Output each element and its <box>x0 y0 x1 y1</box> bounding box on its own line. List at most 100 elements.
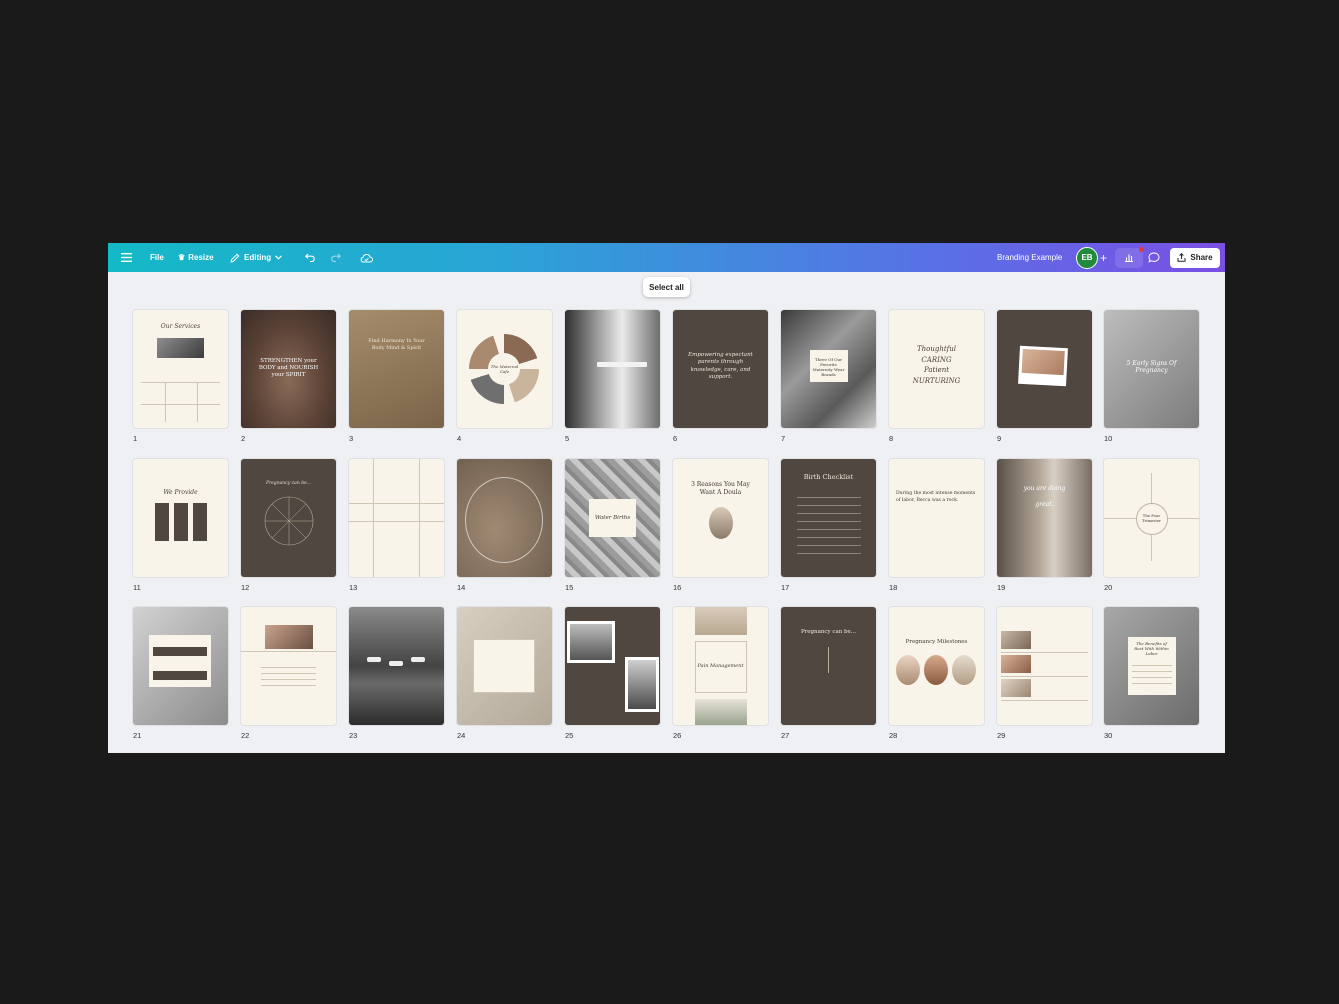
page-thumbnail-22[interactable] <box>241 607 336 725</box>
page-number: 17 <box>781 583 790 592</box>
menu-icon[interactable] <box>121 243 132 272</box>
page-number: 27 <box>781 731 790 740</box>
bottom-photo <box>695 699 747 725</box>
page-title: We Provide <box>163 489 198 496</box>
add-collaborator-icon[interactable]: + <box>1100 243 1107 272</box>
page-thumbnail-27[interactable]: Pregnancy can be... <box>781 607 876 725</box>
page-number: 24 <box>457 731 466 740</box>
page-title: Pregnancy can be... <box>265 481 312 486</box>
page-number: 16 <box>673 583 682 592</box>
page-title: Pain Management <box>697 663 744 669</box>
page-number: 28 <box>889 731 898 740</box>
select-all-button[interactable]: Select all <box>643 277 690 297</box>
comment-icon[interactable] <box>1148 243 1160 272</box>
page-thumbnail-26[interactable]: Pain Management <box>673 607 768 725</box>
insights-button[interactable] <box>1115 243 1144 272</box>
page-title: The Four Trimester <box>1142 513 1161 523</box>
redo-icon[interactable] <box>330 243 341 272</box>
page-thumbnail-12[interactable]: Pregnancy can be... <box>241 459 336 577</box>
wheel-diagram <box>264 496 314 546</box>
page-thumbnail-13[interactable] <box>349 459 444 577</box>
top-toolbar: File ♛ Resize Editing Branding Example E… <box>108 243 1225 272</box>
page-thumbnail-4[interactable]: The Maternal Cafe <box>457 310 552 428</box>
page-number: 14 <box>457 583 466 592</box>
avatar[interactable]: EB <box>1076 243 1098 272</box>
page-title: Water Births <box>594 515 631 521</box>
page-number: 7 <box>781 434 786 443</box>
text-card <box>473 639 535 693</box>
page-thumbnail-21[interactable] <box>133 607 228 725</box>
page-thumbnail-17[interactable]: Birth Checklist <box>781 459 876 577</box>
share-icon <box>1177 253 1186 262</box>
page-number: 22 <box>241 731 250 740</box>
page-thumbnail-20[interactable]: The Four Trimester <box>1104 459 1199 577</box>
page-title: Find Harmony In Your Body Mind & Spirit <box>368 338 425 351</box>
file-menu-button[interactable]: File <box>150 243 164 272</box>
chevron-down-icon <box>275 255 282 260</box>
photo-frame <box>567 621 615 663</box>
resize-button[interactable]: ♛ Resize <box>178 243 214 272</box>
page-title: The Benefits of Rest With Within Labor <box>1134 641 1169 656</box>
page-thumbnail-2[interactable]: STRENGTHEN your BODY and NOURISH your SP… <box>241 310 336 428</box>
editing-mode-dropdown[interactable]: Editing <box>230 243 282 272</box>
pencil-icon <box>230 253 240 263</box>
page-number: 19 <box>997 583 1006 592</box>
page-thumbnail-30[interactable]: The Benefits of Rest With Within Labor <box>1104 607 1199 725</box>
undo-icon[interactable] <box>305 243 316 272</box>
circle-outline <box>465 477 543 563</box>
page-thumbnail-19[interactable]: you are doing great. <box>997 459 1092 577</box>
cloud-save-icon[interactable] <box>360 243 373 272</box>
page-title: Pregnancy Milestones <box>905 639 968 645</box>
page-thumbnail-15[interactable]: Water Births <box>565 459 660 577</box>
top-photo <box>695 607 747 635</box>
page-title: Empowering expectant parents through kno… <box>688 352 753 381</box>
page-number: 6 <box>673 434 678 443</box>
page-thumbnail-24[interactable] <box>457 607 552 725</box>
page-title: The Maternal Cafe <box>490 364 519 374</box>
page-title: Pregnancy can be... <box>800 629 857 635</box>
page-thumbnail-6[interactable]: Empowering expectant parents through kno… <box>673 310 768 428</box>
page-thumbnail-5[interactable] <box>565 310 660 428</box>
page-thumbnail-18[interactable]: During the most intense moments of labor… <box>889 459 984 577</box>
page-title: Three Of Our Favorite Maternity Wear Bra… <box>812 357 845 377</box>
page-number: 5 <box>565 434 570 443</box>
document-title[interactable]: Branding Example <box>997 243 1062 272</box>
portrait-photo <box>265 625 313 649</box>
page-thumbnail-10[interactable]: 5 Early Signs Of Pregnancy <box>1104 310 1199 428</box>
page-body-text: During the most intense moments of labor… <box>896 491 976 503</box>
share-button[interactable]: Share <box>1170 243 1220 272</box>
page-title: you are doing great. <box>1023 485 1066 508</box>
page-number: 10 <box>1104 434 1113 443</box>
page-number: 30 <box>1104 731 1113 740</box>
page-thumbnail-9[interactable] <box>997 310 1092 428</box>
page-thumbnail-14[interactable] <box>457 459 552 577</box>
editing-label: Editing <box>244 253 272 262</box>
page-thumbnail-23[interactable] <box>349 607 444 725</box>
page-thumbnail-8[interactable]: Thoughtful CARING Patient NURTURING <box>889 310 984 428</box>
page-number: 29 <box>997 731 1006 740</box>
page-thumbnail-7[interactable]: Three Of Our Favorite Maternity Wear Bra… <box>781 310 876 428</box>
polaroid-photo <box>1018 345 1068 387</box>
page-thumbnail-11[interactable]: We Provide <box>133 459 228 577</box>
crown-icon: ♛ <box>178 253 186 262</box>
page-number: 2 <box>241 434 246 443</box>
page-thumbnail-25[interactable] <box>565 607 660 725</box>
page-thumbnail-16[interactable]: 3 Reasons You May Want A Doula <box>673 459 768 577</box>
photo-frame <box>625 657 659 712</box>
editor-window: File ♛ Resize Editing Branding Example E… <box>108 243 1225 753</box>
page-number: 9 <box>997 434 1002 443</box>
page-number: 18 <box>889 583 898 592</box>
caption-bar <box>597 362 647 367</box>
page-number: 20 <box>1104 583 1113 592</box>
page-thumbnail-28[interactable]: Pregnancy Milestones <box>889 607 984 725</box>
page-number: 3 <box>349 434 354 443</box>
page-number: 25 <box>565 731 574 740</box>
page-thumbnail-29[interactable] <box>997 607 1092 725</box>
page-thumbnail-3[interactable]: Find Harmony In Your Body Mind & Spirit <box>349 310 444 428</box>
page-number: 13 <box>349 583 358 592</box>
bar-chart-icon <box>1124 253 1134 262</box>
page-number: 8 <box>889 434 894 443</box>
page-thumbnail-1[interactable]: Our Services <box>133 310 228 428</box>
page-number: 15 <box>565 583 574 592</box>
page-number: 26 <box>673 731 682 740</box>
